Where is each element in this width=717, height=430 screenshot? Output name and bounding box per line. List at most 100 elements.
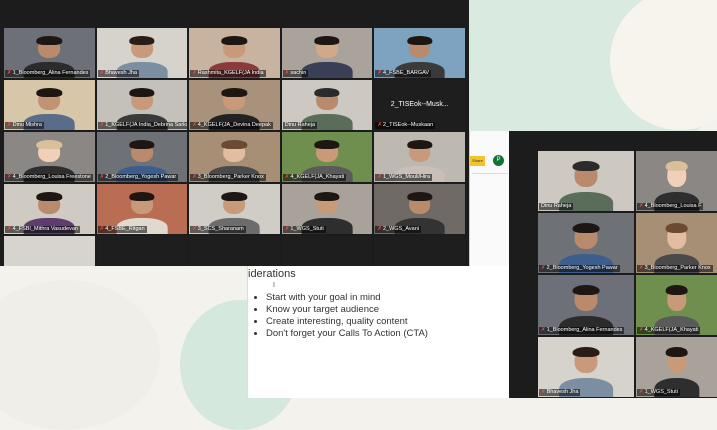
- participant-name: 4_FSBI_Mithra Vasudevan: [12, 226, 78, 232]
- mic-muted-icon: ✗: [192, 226, 197, 232]
- participant-name: 1_WGS_Mouli/Hira: [383, 174, 431, 180]
- participant-name-label: ✗2_WGS_Avani: [375, 226, 421, 233]
- participant-name: 2_Bloomberg_Yogesh Pawar: [105, 174, 177, 180]
- participant-name-label: ✗4_FSBI_Mithra Vasudevan: [5, 226, 80, 233]
- video-call-window-gallery: ✗1_Bloomberg_Alina Fernandes ✗Bhavesh Jha…: [0, 0, 469, 266]
- participant-tile[interactable]: ✗1_KGELF(JA India_Debrina Sarkar: [96, 80, 188, 130]
- participant-tile[interactable]: ✗3_Bloomberg_Parker Knox: [189, 132, 280, 182]
- participant-tile[interactable]: ✗3_SCS_Sharanam: [189, 184, 280, 234]
- participant-tile[interactable]: ✗1_WGS_Mouli/Hira: [374, 132, 465, 182]
- participant-name-label: ✗1_WGS_Stuti: [637, 389, 680, 396]
- mic-muted-icon: ✗: [639, 327, 644, 333]
- participant-hair: [129, 192, 155, 201]
- mic-muted-icon: ✗: [377, 174, 382, 180]
- participant-hair: [129, 140, 155, 149]
- participant-tile[interactable]: 4_KGELF_Co...: [281, 236, 373, 266]
- participant-name: 4_Bloomberg_Louisa Freestone: [12, 174, 91, 180]
- participant-tile[interactable]: 2_TISEok--Musk... ✗2_TISEok--Muskaan: [374, 80, 465, 130]
- participant-tile[interactable]: ✗4_FSBE_BARGAV: [374, 28, 465, 78]
- participant-tile[interactable]: ✗sachin: [281, 28, 373, 78]
- participant-tile[interactable]: ✗4_KGELF(JA_Khayati: [281, 132, 373, 182]
- participant-tile[interactable]: 4_FSBE_P...: [189, 236, 280, 266]
- participant-hair: [665, 284, 688, 296]
- participant-tile[interactable]: ✗Bhavesh Jha: [538, 337, 634, 397]
- participant-tile[interactable]: ✗Rashmita_KGELF(JA India: [189, 28, 280, 78]
- participant-name-label: ✗1_Bloomberg_Alina Fernandes: [5, 70, 91, 77]
- participant-name-label: Dinu Raheja: [539, 203, 574, 210]
- participant-body: [301, 62, 353, 78]
- participant-tile[interactable]: 2_SCS_Mu...: [374, 236, 465, 266]
- user-avatar[interactable]: P: [493, 155, 504, 166]
- video-feed: [281, 236, 373, 266]
- participant-tile[interactable]: [4, 236, 95, 266]
- participant-name: sachin: [290, 70, 307, 76]
- participant-hair: [407, 192, 433, 201]
- participant-tile[interactable]: ✗1_Bloomberg_Alina Fernandes: [538, 275, 634, 335]
- participant-name-label: ✗4_Bloomberg_Louisa Freestone: [5, 174, 93, 181]
- participant-tile[interactable]: ✗2_WGS_Avani: [374, 184, 465, 234]
- participant-name-label: ✗4_FSBE_BARGAV: [375, 70, 432, 77]
- mic-muted-icon: ✗: [541, 265, 546, 271]
- mic-muted-icon: ✗: [99, 122, 105, 128]
- participant-name: 1_WGS_Stuti: [290, 226, 324, 232]
- participant-name: 1_Bloomberg_Alina Fernandes: [546, 327, 623, 333]
- participant-tile[interactable]: ✗4_FSBI_Mithra Vasudevan: [4, 184, 95, 234]
- participant-name-label: ✗4_KGELF(JA_Khayati: [282, 174, 347, 181]
- participant-name-label: ✗4_Bloomberg_Louisa F: [637, 203, 704, 210]
- participant-caption: 2_TISEok--Musk...: [390, 101, 449, 108]
- participant-tile[interactable]: ✗Dinu Mishra: [4, 80, 95, 130]
- participant-tile[interactable]: ✗4_FSBE_Ritgan: [96, 184, 188, 234]
- text-cursor-icon: I: [273, 282, 275, 289]
- participant-name: 1_Bloomberg_Alina Fernandes: [12, 70, 89, 76]
- participant-name: 4_FSBE_BARGAV: [383, 70, 430, 76]
- participant-hair: [221, 88, 248, 97]
- participant-name-label: ✗4_KGELF(JA_Devina Deepak: [190, 122, 273, 129]
- participant-name-label: ✗Bhavesh Jha: [97, 70, 140, 77]
- participant-tile[interactable]: ✗2_Bloomberg_Yogesh Pawar: [96, 132, 188, 182]
- participant-hair: [314, 192, 340, 201]
- participant-name-label: ✗Rashmita_KGELF(JA India: [190, 70, 266, 77]
- participant-tile[interactable]: ✗3_Bloomberg_Parker Knox: [636, 213, 717, 273]
- participant-tile[interactable]: ✗4_Bloomberg_Louisa Freestone: [4, 132, 95, 182]
- participant-tile[interactable]: ✗2_Bloomberg_Yogesh Pawar: [538, 213, 634, 273]
- participant-name-label: ✗4_KGELF(JA_Khayati: [637, 327, 701, 334]
- participant-name-label: ✗4_FSBE_Ritgan: [97, 226, 147, 233]
- mic-muted-icon: ✗: [377, 226, 382, 232]
- participant-name: Bhavesh Jha: [546, 389, 579, 395]
- share-button[interactable]: Share: [470, 156, 485, 166]
- participant-tile[interactable]: ✗4_KGELF(JA_Khayati: [636, 275, 717, 335]
- participant-hair: [221, 140, 248, 149]
- mic-muted-icon: ✗: [377, 122, 382, 128]
- participant-name: 3_SCS_Sharanam: [197, 226, 244, 232]
- participant-hair: [314, 88, 340, 97]
- participant-tile[interactable]: ✗1_WGS_Stuti: [636, 337, 717, 397]
- participant-name: Rashmita_KGELF(JA India: [197, 70, 264, 76]
- mic-muted-icon: ✗: [99, 174, 105, 180]
- mic-muted-icon: ✗: [99, 70, 105, 76]
- participant-name-label: ✗2_Bloomberg_Yogesh Pawar: [539, 265, 620, 272]
- participant-hair: [36, 140, 62, 149]
- participant-tile[interactable]: ✗4_Bloomberg_Louisa F: [636, 151, 717, 211]
- mic-muted-icon: ✗: [7, 70, 12, 76]
- participant-name: 4_KGELF(JA_Khayati: [644, 327, 699, 333]
- participant-tile[interactable]: Dinu Raheja: [281, 80, 373, 130]
- participant-tile[interactable]: Dinu Raheja: [538, 151, 634, 211]
- slide-bullet: Don't forget your Calls To Action (CTA): [266, 328, 428, 340]
- participant-hair: [407, 36, 433, 45]
- divider: [472, 173, 508, 174]
- mic-muted-icon: ✗: [284, 70, 290, 76]
- participant-tile[interactable]: ✗1_WGS_Stuti: [281, 184, 373, 234]
- mic-muted-icon: ✗: [639, 389, 644, 395]
- participant-name-label: ✗3_Bloomberg_Parker Knox: [190, 174, 266, 181]
- video-feed: [4, 236, 95, 266]
- document-editor-panel: Share P: [469, 131, 510, 266]
- mic-muted-icon: ✗: [7, 226, 12, 232]
- participant-tile[interactable]: 1_SCS_Ar...: [96, 236, 188, 266]
- participant-name: 4_Bloomberg_Louisa F: [644, 203, 702, 209]
- participant-tile[interactable]: ✗1_Bloomberg_Alina Fernandes: [4, 28, 95, 78]
- participant-name: 1_KGELF(JA India_Debrina Sarkar: [105, 122, 187, 128]
- participant-name: 2_WGS_Avani: [383, 226, 419, 232]
- participant-name-label: ✗3_Bloomberg_Parker Knox: [637, 265, 713, 272]
- participant-tile[interactable]: ✗4_KGELF(JA_Devina Deepak: [189, 80, 280, 130]
- participant-tile[interactable]: ✗Bhavesh Jha: [96, 28, 188, 78]
